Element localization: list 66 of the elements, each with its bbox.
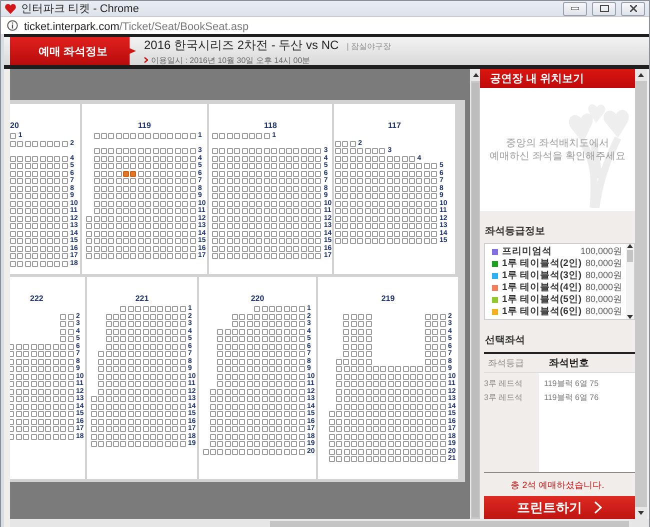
grade-name: 1루 테이블석(5인)	[502, 293, 583, 306]
minimize-button[interactable]	[563, 2, 587, 16]
table-cell-text: 119블럭 6열 75	[543, 378, 599, 389]
minimize-icon	[571, 7, 579, 10]
scroll-up-button[interactable]	[635, 69, 647, 81]
heart-icon	[5, 4, 16, 14]
grade-price: 80,000원	[585, 293, 622, 306]
column-header: 좌석번호	[548, 357, 589, 370]
scrollbar[interactable]	[635, 69, 647, 519]
block-number: 221	[135, 294, 149, 303]
total-message: 총 2석 예매하셨습니다.	[510, 479, 606, 492]
event-date: 이용일시 : 2016년 10월 30일 오후 14시 00분	[151, 54, 310, 66]
table-cell-text: 3루 레드석	[484, 378, 524, 389]
block-number: 219	[381, 294, 395, 303]
location-title: 공연장 내 위치보기	[480, 69, 635, 88]
url-host[interactable]: ticket.interpark.com	[24, 20, 120, 32]
chevron-icon	[144, 57, 148, 63]
info-icon[interactable]	[7, 20, 18, 31]
grade-price: 80,000원	[585, 305, 622, 318]
block-number: 118	[264, 121, 277, 130]
scroll-up-button[interactable]	[471, 69, 481, 81]
block-number: 117	[388, 121, 401, 130]
close-button[interactable]	[621, 2, 645, 16]
scrollbar-thumb[interactable]	[270, 521, 629, 527]
grade-name: 1루 테이블석(4인)	[502, 281, 583, 294]
column-header: 좌석등급	[487, 356, 525, 370]
scroll-down-button[interactable]	[635, 507, 647, 519]
maximize-icon	[600, 5, 608, 12]
maximize-button[interactable]	[592, 2, 616, 16]
down-arrow-icon	[627, 315, 633, 319]
grade-price: 80,000원	[585, 269, 622, 282]
down-arrow-icon	[638, 511, 644, 515]
scrollbar[interactable]	[10, 519, 649, 527]
block-number: 119	[138, 121, 151, 130]
grade-name: 1루 테이블석(3인)	[502, 269, 583, 282]
up-arrow-icon	[473, 73, 479, 77]
grade-name: 프리미엄석	[502, 245, 553, 258]
grade-price: 80,000원	[585, 257, 622, 270]
grade-name: 1루 테이블석(2인)	[502, 257, 583, 270]
grades-title: 좌석등급정보	[484, 225, 546, 239]
section-badge: 예매 좌석정보	[10, 37, 136, 65]
grade-price: 100,000원	[580, 245, 622, 258]
chevron-right-icon	[594, 501, 602, 514]
close-icon	[630, 5, 636, 12]
block-number: 222	[30, 294, 44, 303]
event-title: 2016 한국시리즈 2차전 - 두산 vs NC	[144, 36, 339, 54]
up-arrow-icon	[638, 73, 644, 77]
block-number: 220	[250, 294, 264, 303]
scrollbar[interactable]	[626, 244, 634, 319]
scrollbar[interactable]	[470, 69, 480, 519]
table-cell-text: 119블럭 6열 76	[543, 392, 599, 403]
window-title: 인터파크 티켓 - Chrome	[21, 2, 140, 16]
up-arrow-icon	[627, 244, 633, 248]
scrollbar-thumb[interactable]	[627, 250, 633, 262]
table-cell-text: 3루 레드석	[484, 392, 524, 403]
print-button[interactable]: 프린트하기	[484, 496, 635, 519]
scrollbar-thumb[interactable]	[472, 83, 479, 517]
selected-seat[interactable]	[123, 170, 130, 176]
selected-title: 선택좌석	[484, 334, 526, 348]
selected-seat[interactable]	[130, 170, 136, 176]
grade-name: 1루 테이블석(6인)	[502, 305, 583, 318]
block-number: 20	[10, 121, 19, 130]
location-hint: 중앙의 좌석배치도에서 예매하신 좌석을 확인해주세요	[490, 136, 626, 162]
url-path[interactable]: /Ticket/Seat/BookSeat.asp	[119, 20, 249, 32]
grade-price: 80,000원	[585, 281, 622, 294]
venue-label: | 잠실야구장	[346, 40, 392, 52]
